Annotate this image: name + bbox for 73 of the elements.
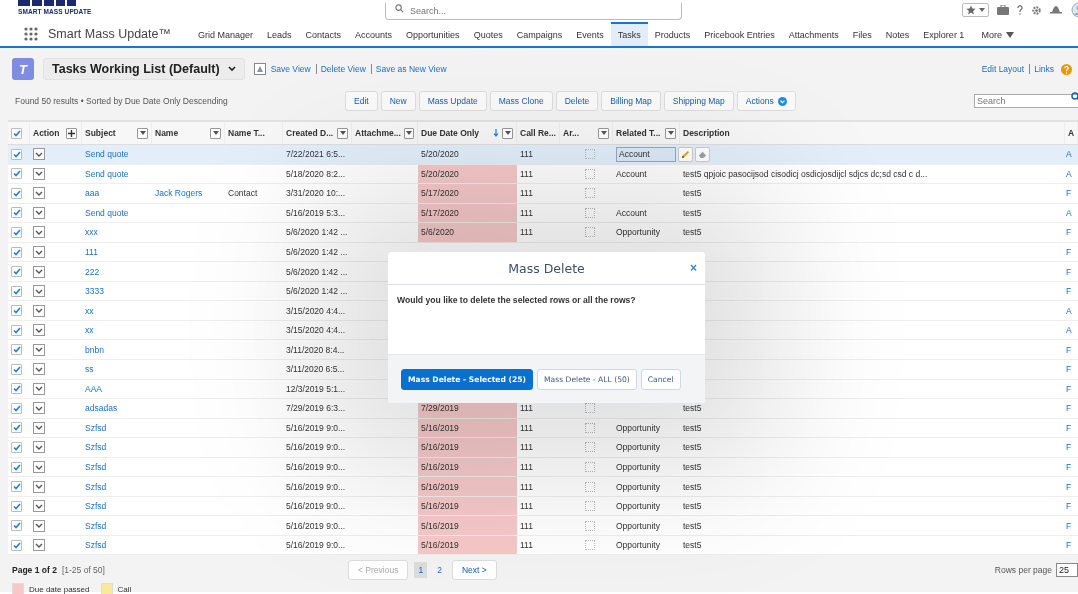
- table-cell: 5/16/2019 9:0...: [286, 462, 346, 472]
- table-cell: test5 qpjoic pasocijsod cisodicj osdicjosdijcl sdjcs dc;sd csd c d...: [683, 168, 928, 179]
- rows-per-page-label: Rows per page: [994, 565, 1052, 576]
- table-cell: 111: [520, 207, 533, 218]
- table-cell: test5: [683, 188, 702, 199]
- table-cell: test5: [683, 207, 702, 218]
- table-cell: 5/18/2020 8:2...: [286, 168, 346, 179]
- table-cell: test5: [683, 403, 702, 414]
- tasks-icon: T: [12, 58, 34, 80]
- dialog-title: Mass Delete: [508, 260, 585, 276]
- table-cell: 5/16/2019 9:0...: [286, 442, 346, 453]
- table-cell: test5: [683, 540, 702, 551]
- legend-label: Call: [117, 585, 132, 594]
- table-cell: test5: [683, 462, 702, 472]
- table-cell: 5/6/2020 1:42 ...: [286, 227, 348, 238]
- table-cell: 5/16/2019: [418, 477, 517, 496]
- table-cell: 7/29/2019 6:3...: [286, 403, 346, 414]
- table-cell: 5/16/2019 9:0...: [286, 540, 346, 551]
- table-cell: 5/16/2019 9:0...: [286, 520, 346, 531]
- table-cell: test5: [683, 501, 702, 512]
- table-cell: Account: [616, 207, 647, 218]
- table-cell: 5/16/2019 9:0...: [286, 422, 346, 433]
- table-cell: 5/6/2020 1:42 ...: [286, 266, 348, 277]
- results-summary: Found 50 results • Sorted by Due Date Only Descending: [14, 96, 229, 106]
- table-cell: 3/15/2020 4:4...: [286, 325, 346, 336]
- table-cell: 5/16/2019: [418, 516, 517, 535]
- table-cell: 111: [520, 462, 533, 472]
- table-cell: 111: [520, 481, 533, 492]
- range-label: [1-25 of 50]: [61, 565, 105, 576]
- table-cell: 3/15/2020 4:4...: [286, 305, 346, 316]
- table-cell: 5/6/2020 1:42 ...: [286, 247, 348, 257]
- table-cell: 12/3/2019 5:1...: [286, 383, 346, 394]
- table-cell: 5/16/2019 5:3...: [286, 207, 346, 218]
- table-cell: Opportunity: [616, 442, 660, 453]
- table-cell: 111: [520, 442, 533, 453]
- table-cell: 5/6/2020: [418, 223, 517, 242]
- table-cell: 5/6/2020 1:42 ...: [286, 286, 348, 297]
- legend-label: Due date passed: [29, 585, 90, 594]
- table-cell: Opportunity: [616, 520, 660, 531]
- table-cell: Opportunity: [616, 481, 660, 492]
- table-cell: Opportunity: [616, 227, 660, 238]
- table-cell: 5/16/2019 9:0...: [286, 481, 346, 492]
- dialog-message: Would you like to delete the selected rows or all the rows?: [397, 295, 636, 305]
- table-cell: 5/16/2019 9:0...: [286, 501, 346, 512]
- table-cell: Opportunity: [616, 422, 660, 433]
- table-cell: 111: [520, 501, 533, 512]
- table-cell: Contact: [228, 188, 258, 199]
- table-cell: 111: [520, 540, 533, 551]
- table-cell: 111: [520, 227, 533, 238]
- table-cell: 111: [520, 168, 533, 179]
- table-cell: 111: [520, 149, 533, 160]
- table-cell: 3/31/2020 10:...: [286, 188, 346, 199]
- table-cell: 5/17/2020: [418, 184, 517, 203]
- app-name: Smart Mass Update™: [48, 27, 171, 41]
- table-cell: test5: [683, 422, 702, 433]
- table-cell: Account: [616, 168, 647, 179]
- table-cell: 111: [520, 520, 533, 531]
- table-cell: Opportunity: [616, 540, 660, 551]
- table-cell: test5: [683, 520, 702, 531]
- table-cell: test5: [683, 442, 702, 453]
- table-cell: 111: [520, 422, 533, 433]
- table-cell: 5/16/2019: [418, 438, 517, 457]
- table-cell: 111: [520, 403, 533, 414]
- table-cell: 111: [520, 188, 533, 199]
- table-cell: Opportunity: [616, 462, 660, 472]
- page-label: Page 1 of 2: [12, 565, 57, 576]
- table-cell: test5: [683, 227, 702, 238]
- table-cell: Opportunity: [616, 501, 660, 512]
- table-cell-text: 5/20/2020: [420, 148, 460, 162]
- table-cell: 3/11/2020 6:5...: [286, 364, 345, 375]
- table-cell: 3/11/2020 8:4...: [286, 344, 345, 355]
- table-cell: 7/22/2021 6:5...: [286, 149, 346, 160]
- table-cell: test5: [683, 481, 702, 492]
